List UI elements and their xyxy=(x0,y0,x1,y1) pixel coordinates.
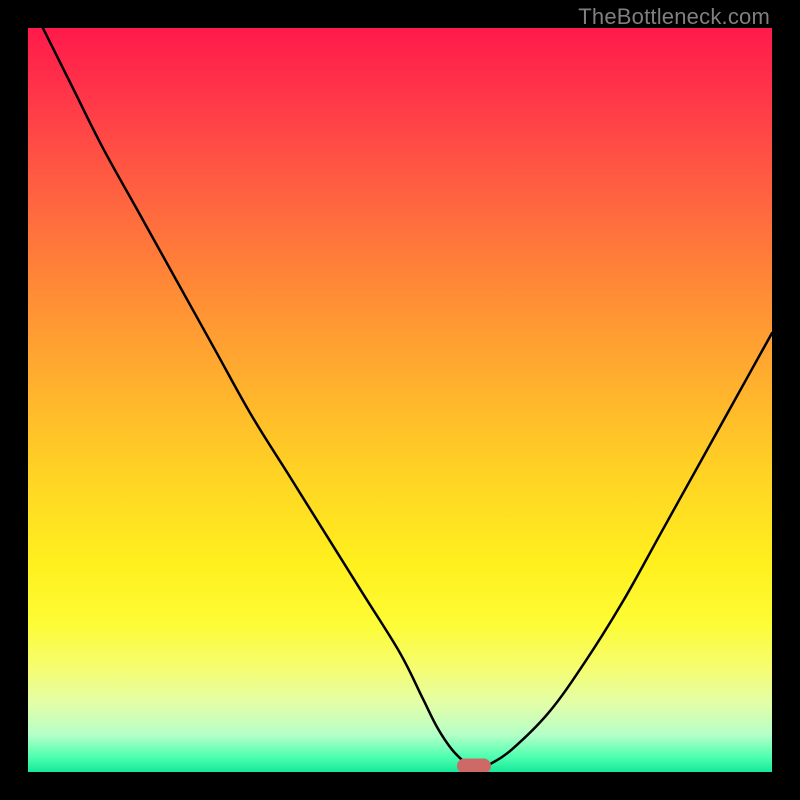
plot-area xyxy=(28,28,772,772)
bottleneck-curve xyxy=(28,28,772,772)
optimal-marker xyxy=(457,759,491,773)
chart-frame: TheBottleneck.com xyxy=(0,0,800,800)
watermark-text: TheBottleneck.com xyxy=(578,4,770,30)
